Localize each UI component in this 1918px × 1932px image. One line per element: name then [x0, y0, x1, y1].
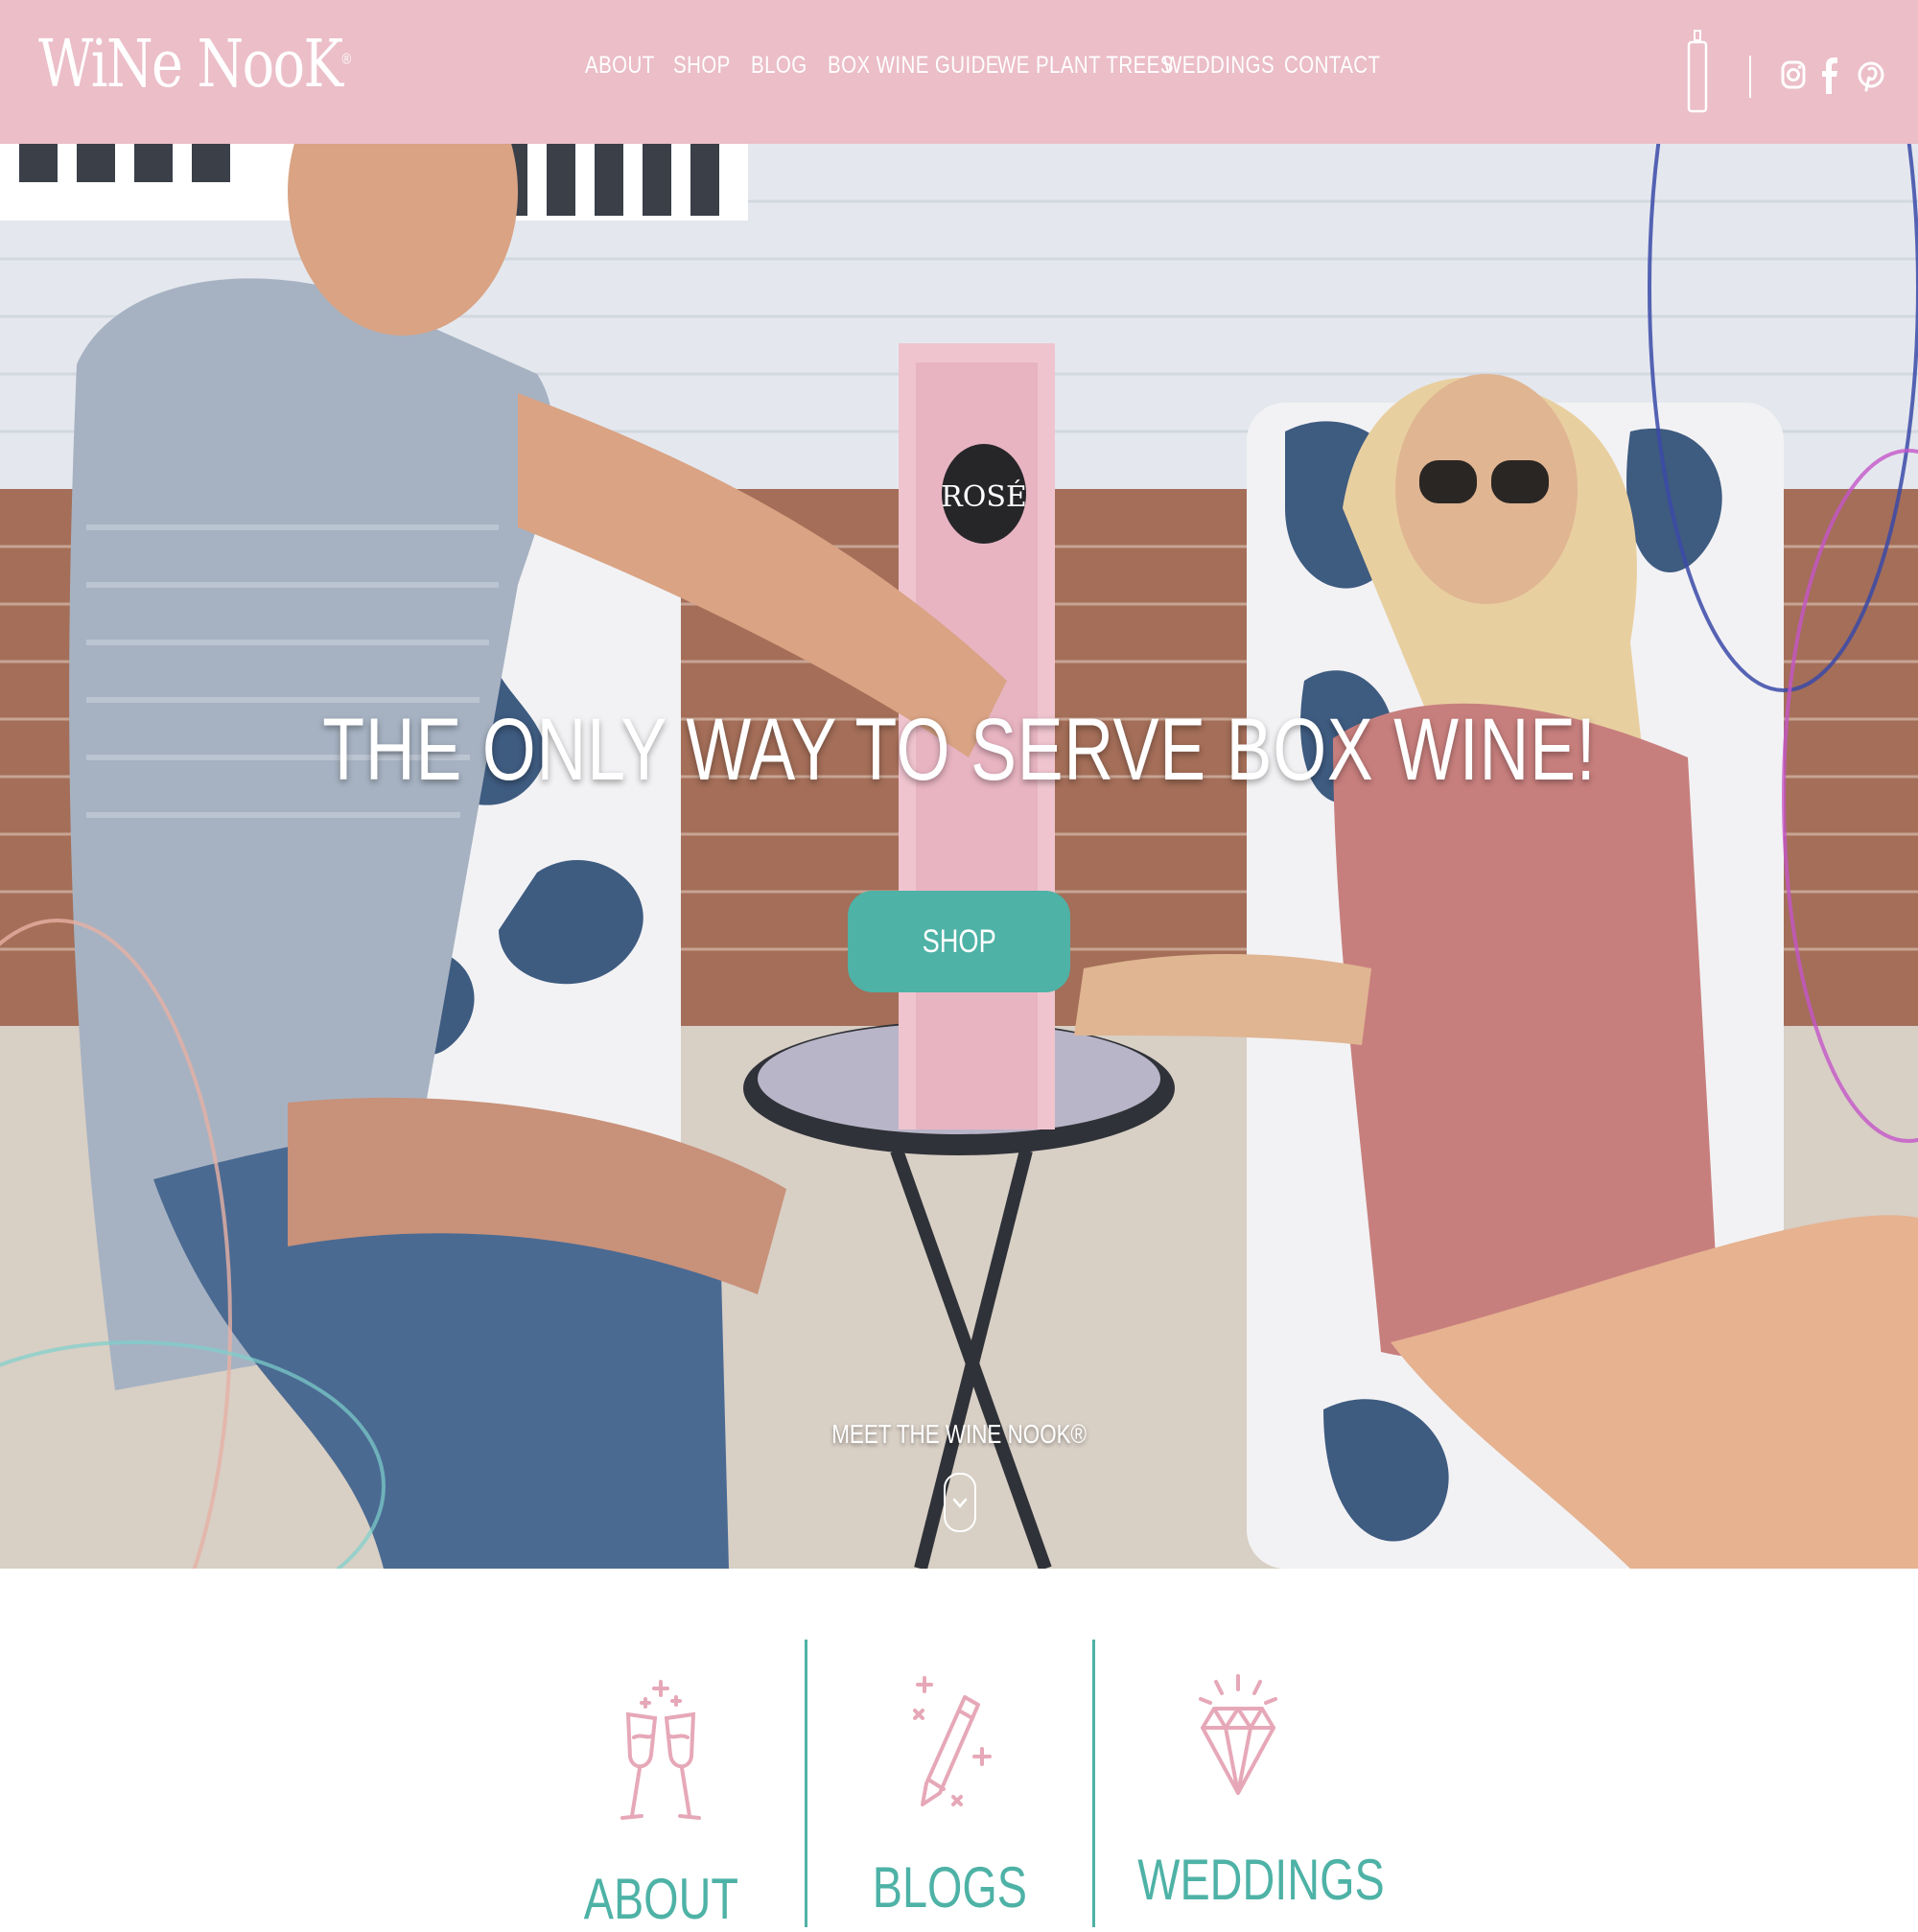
meet-label: MEET THE WINE NOOK® — [831, 1419, 1087, 1449]
meet-the-wine-nook-link[interactable]: MEET THE WINE NOOK® — [0, 1419, 1918, 1450]
wine-glasses-icon — [620, 1680, 701, 1820]
box-label: ROSÉ — [941, 479, 1027, 514]
nav-blog[interactable]: BLOG — [751, 52, 807, 80]
wine-bottle-icon[interactable] — [1686, 29, 1709, 115]
header-icons — [1669, 29, 1918, 115]
feature-about-text: ABOUT — [583, 1867, 738, 1931]
scroll-down-button[interactable] — [944, 1473, 976, 1532]
feature-blogs-label: BLOGS — [815, 1854, 1084, 1920]
instagram-icon[interactable] — [1781, 54, 1806, 96]
feature-about-label: ABOUT — [526, 1866, 795, 1932]
nav-weddings[interactable]: WEDDINGS — [1163, 52, 1275, 80]
nav-shop[interactable]: SHOP — [673, 52, 731, 80]
nav-we-plant-trees[interactable]: WE PLANT TREES — [997, 52, 1174, 80]
features-section: ABOUT BLOGS WEDDINGS — [0, 1569, 1918, 1931]
header-divider — [1749, 56, 1751, 98]
hero-section: ROSÉ THE ONLY WAY TO SERVE BOX WINE! SHO… — [0, 144, 1918, 1569]
shop-button[interactable]: SHOP — [848, 891, 1070, 992]
hero-background-photo: ROSÉ — [0, 144, 1918, 1569]
feature-divider — [1092, 1640, 1095, 1927]
pinterest-icon[interactable] — [1857, 54, 1885, 96]
nav-contact[interactable]: CONTACT — [1284, 52, 1380, 80]
chevron-down-icon — [952, 1498, 968, 1508]
feature-weddings-label: WEDDINGS — [1103, 1847, 1384, 1913]
logo[interactable]: WiNe NooK® — [38, 27, 352, 103]
feature-weddings-text: WEDDINGS — [1137, 1848, 1385, 1912]
registered-mark: ® — [341, 51, 352, 68]
logo-text: WiNe NooK — [38, 27, 343, 103]
hero-title: THE ONLY WAY TO SERVE BOX WINE! — [0, 700, 1918, 801]
feature-divider — [805, 1640, 807, 1927]
diamond-icon — [1199, 1674, 1277, 1795]
nav-about[interactable]: ABOUT — [585, 52, 655, 80]
site-header: WiNe NooK® ABOUT SHOP BLOG BOX WINE GUID… — [0, 0, 1918, 144]
hero-title-text: THE ONLY WAY TO SERVE BOX WINE! — [321, 701, 1597, 799]
feature-blogs-text: BLOGS — [872, 1855, 1027, 1920]
facebook-icon[interactable] — [1820, 54, 1839, 96]
shop-button-label: SHOP — [922, 922, 996, 960]
nav-box-wine-guide[interactable]: BOX WINE GUIDE — [828, 52, 999, 80]
pencil-icon — [913, 1676, 992, 1806]
